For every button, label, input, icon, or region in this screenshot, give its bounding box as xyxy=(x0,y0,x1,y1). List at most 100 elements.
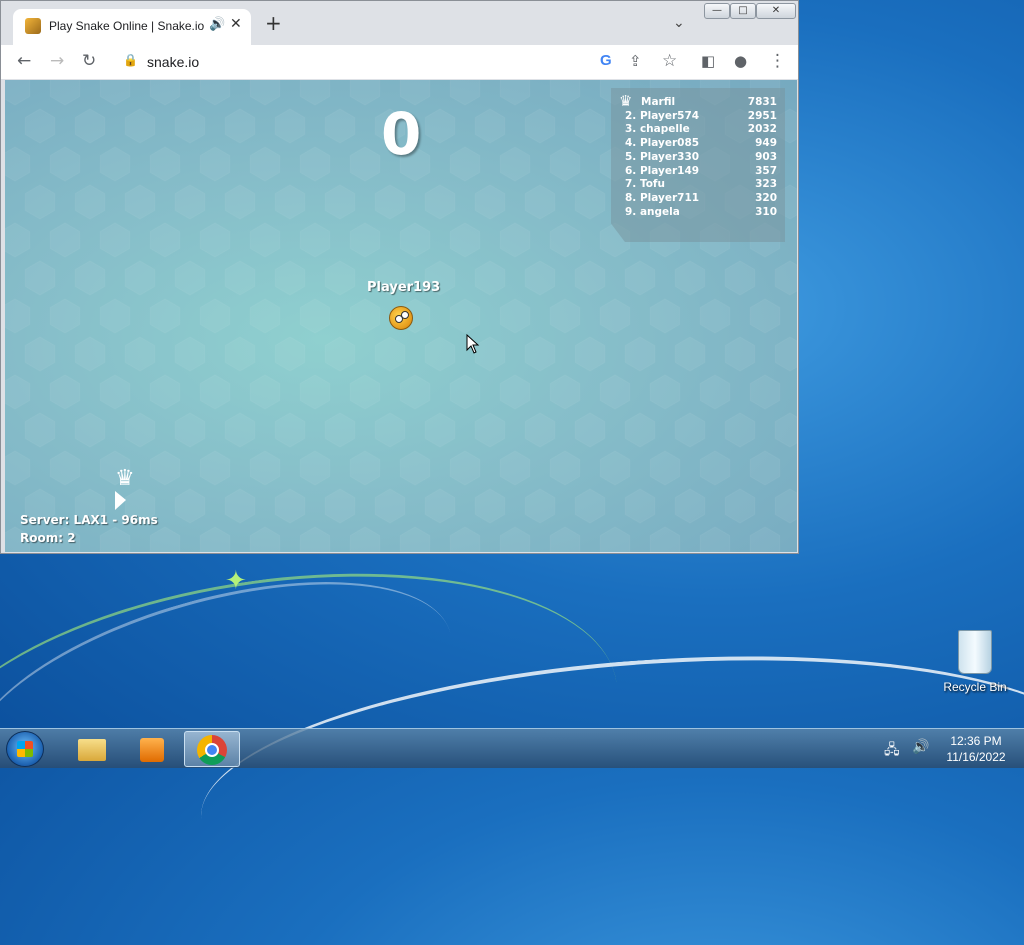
start-button[interactable] xyxy=(6,731,44,767)
taskbar-chrome-button[interactable] xyxy=(184,731,240,767)
game-canvas[interactable]: 0 ♛ Marfil 7831 2. Player574 2951 3. chapell… xyxy=(5,80,797,552)
score-display: 0 xyxy=(381,100,422,168)
hex-tile xyxy=(624,488,656,524)
hex-tile xyxy=(349,298,381,334)
menu-dots-icon[interactable]: ⋮ xyxy=(769,51,786,71)
hex-tile xyxy=(299,374,331,410)
hex-tile xyxy=(449,450,481,486)
hex-tile xyxy=(49,80,81,106)
clock-time: 12:36 PM xyxy=(950,734,1002,748)
hex-tile xyxy=(299,450,331,486)
close-window-button[interactable]: ✕ xyxy=(756,3,796,19)
reload-icon[interactable]: ↻ xyxy=(82,51,96,71)
hex-tile xyxy=(299,526,331,552)
hex-tile xyxy=(549,526,581,552)
hex-tile xyxy=(624,412,656,448)
browser-window: Play Snake Online | Snake.io 🔊 ✕ + ⌄ — □… xyxy=(0,0,799,554)
star-icon[interactable]: ☆ xyxy=(662,51,677,71)
leaderboard-player-name: 8. Player711 xyxy=(625,191,700,204)
hex-tile xyxy=(474,260,506,296)
leaderboard-player-name: Marfil xyxy=(641,96,676,108)
hex-tile xyxy=(5,374,31,410)
hex-tile xyxy=(699,450,731,486)
taskbar-clock[interactable]: 12:36 PM 11/16/2022 xyxy=(936,733,1016,765)
hex-tile xyxy=(499,222,531,258)
hex-tile xyxy=(249,374,281,410)
hex-tile xyxy=(549,146,581,182)
maximize-button[interactable]: □ xyxy=(730,3,756,19)
hex-tile xyxy=(349,374,381,410)
tab-close-icon[interactable]: ✕ xyxy=(230,16,242,32)
leaderboard-player-score: 2951 xyxy=(747,109,777,122)
recycle-bin[interactable]: Recycle Bin xyxy=(940,630,1010,694)
hex-tile xyxy=(724,260,756,296)
hex-tile xyxy=(149,298,181,334)
address-bar[interactable]: 🔒 snake.io G xyxy=(113,49,693,75)
hex-tile xyxy=(674,412,706,448)
hex-tile xyxy=(224,336,256,372)
taskbar-explorer-button[interactable] xyxy=(62,731,118,767)
profile-icon[interactable]: ● xyxy=(734,51,747,71)
hex-tile xyxy=(74,336,106,372)
hex-tile xyxy=(24,108,56,144)
leaderboard-row: 9. angela 310 xyxy=(625,206,777,219)
hex-tile xyxy=(499,374,531,410)
hex-tile xyxy=(449,526,481,552)
tab-title: Play Snake Online | Snake.io xyxy=(49,19,205,33)
tab-snake-io[interactable]: Play Snake Online | Snake.io 🔊 ✕ xyxy=(13,9,251,45)
forward-arrow-icon[interactable]: → xyxy=(50,51,64,71)
hex-tile xyxy=(299,80,331,106)
leaderboard-player-score: 7831 xyxy=(747,96,777,108)
clock-date: 11/16/2022 xyxy=(946,750,1006,764)
hex-tile xyxy=(199,222,231,258)
network-icon[interactable]: 🖧 xyxy=(884,739,900,763)
hex-tile xyxy=(99,374,131,410)
hex-tile xyxy=(5,298,31,334)
snake-eye xyxy=(401,311,409,319)
hex-tile xyxy=(324,260,356,296)
google-icon[interactable]: G xyxy=(600,52,612,69)
hex-tile xyxy=(524,184,556,220)
hex-tile xyxy=(424,184,456,220)
new-tab-button[interactable]: + xyxy=(265,13,282,33)
url-text: snake.io xyxy=(147,54,200,70)
hex-tile xyxy=(524,488,556,524)
volume-icon[interactable]: 🔊 xyxy=(912,739,929,755)
hex-tile xyxy=(324,336,356,372)
hex-tile xyxy=(424,412,456,448)
hex-tile xyxy=(399,374,431,410)
hex-tile xyxy=(224,260,256,296)
leaderboard-player-name: 2. Player574 xyxy=(625,109,700,122)
room-info: Room: 2 xyxy=(20,531,76,545)
hex-tile xyxy=(174,488,206,524)
hex-tile xyxy=(449,374,481,410)
back-arrow-icon[interactable]: ← xyxy=(17,51,31,71)
hex-tile xyxy=(424,336,456,372)
leaderboard-player-name: 7. Tofu xyxy=(625,178,665,191)
hex-tile xyxy=(374,336,406,372)
hex-tile xyxy=(199,374,231,410)
hex-tile xyxy=(274,260,306,296)
hex-tile xyxy=(374,184,406,220)
chevron-down-icon[interactable]: ⌄ xyxy=(673,15,685,31)
taskbar-media-player-button[interactable] xyxy=(122,731,178,767)
hex-tile xyxy=(624,336,656,372)
hex-tile xyxy=(99,298,131,334)
leaderboard-row: 3. chapelle 2032 xyxy=(625,123,777,136)
hex-tile xyxy=(549,298,581,334)
leaderboard-row: 5. Player330 903 xyxy=(625,151,777,164)
windows-logo-icon xyxy=(17,741,33,757)
side-panel-icon[interactable]: ◧ xyxy=(701,51,715,71)
hex-tile xyxy=(199,146,231,182)
taskbar: 🖧 🔊 12:36 PM 11/16/2022 xyxy=(0,728,1024,768)
minimize-button[interactable]: — xyxy=(704,3,730,19)
hex-tile xyxy=(699,526,731,552)
hex-tile xyxy=(374,412,406,448)
hex-tile xyxy=(749,298,781,334)
share-icon[interactable]: ⇪ xyxy=(629,51,642,71)
hex-tile xyxy=(5,222,31,258)
hex-tile xyxy=(599,298,631,334)
hex-tile xyxy=(349,526,381,552)
hex-tile xyxy=(99,222,131,258)
speaker-icon[interactable]: 🔊 xyxy=(209,17,225,32)
